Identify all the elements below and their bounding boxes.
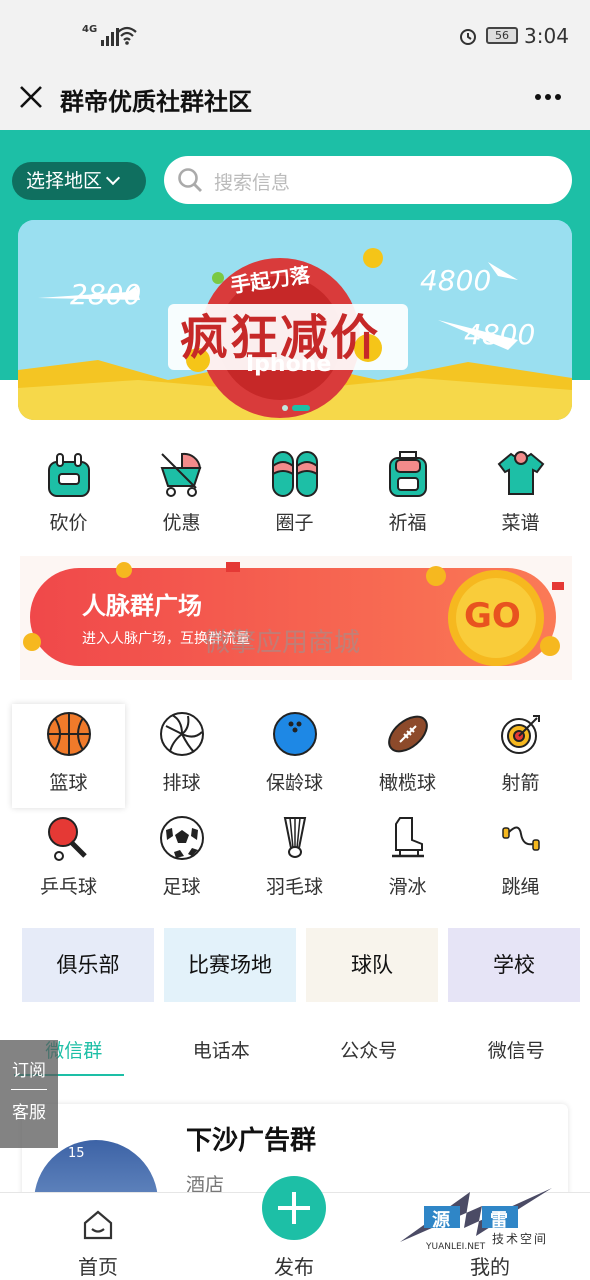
sport-football[interactable]: 橄榄球 xyxy=(351,704,464,808)
publish-button[interactable] xyxy=(262,1176,326,1240)
tag-school[interactable]: 学校 xyxy=(448,928,580,1002)
target-icon xyxy=(500,715,540,754)
search-placeholder: 搜索信息 xyxy=(214,172,291,194)
sport-label: 排球 xyxy=(162,772,201,794)
clock: 3:04 xyxy=(524,24,569,48)
bag-icon xyxy=(47,453,90,497)
rugby-ball-icon xyxy=(387,715,428,753)
listing-tabs: 微信群 电话本 公众号 微信号 xyxy=(0,1024,590,1078)
sport-bowling[interactable]: 保龄球 xyxy=(238,704,351,808)
bowling-ball-icon xyxy=(272,712,317,756)
promo-watermark: 微擎应用商城 xyxy=(204,628,361,658)
sport-archery[interactable]: 射箭 xyxy=(464,704,577,808)
sport-label: 橄榄球 xyxy=(378,772,436,794)
tag-venue[interactable]: 比赛场地 xyxy=(164,928,296,1002)
sport-label: 保龄球 xyxy=(265,772,323,794)
sports-grid: 篮球 排球 保龄球 橄榄球 射箭 乒乓球 足球 羽毛球 滑冰 跳绳 xyxy=(12,704,578,912)
network-plaza-promo[interactable]: 人脉群广场 进入人脉广场，互换群流量 GO 微擎应用商城 xyxy=(20,556,572,680)
tab-phonebook[interactable]: 电话本 xyxy=(148,1024,296,1078)
thumbnail-text: 15 xyxy=(68,1146,85,1161)
baby-clothes-icon xyxy=(497,451,544,495)
banner-pagination xyxy=(282,405,310,411)
banner-price-left: 2800 xyxy=(70,278,142,311)
sport-label: 射箭 xyxy=(501,772,540,794)
category-circle[interactable]: 圈子 xyxy=(238,448,351,535)
subscribe-button[interactable]: 订阅 xyxy=(0,1040,58,1081)
region-select-button[interactable]: 选择地区 xyxy=(12,162,146,200)
slippers-icon xyxy=(271,451,318,497)
category-label: 菜谱 xyxy=(501,512,540,534)
watermark-url: YUANLEI.NET xyxy=(426,1242,486,1252)
basketball-icon xyxy=(46,712,91,756)
shuttlecock-icon xyxy=(283,817,306,858)
banner-price-right-top: 4800 xyxy=(420,264,492,297)
search-input[interactable]: 搜索信息 xyxy=(164,156,572,204)
banner-product: Iphone xyxy=(246,352,332,377)
tag-cards: 俱乐部 比赛场地 球队 学校 xyxy=(22,928,580,1002)
tag-club[interactable]: 俱乐部 xyxy=(22,928,154,1002)
category-blessing[interactable]: 祈福 xyxy=(351,448,464,535)
battery-icon: 56 xyxy=(486,27,518,44)
watermark-subtitle: 技术空间 xyxy=(492,1232,549,1246)
status-bar: 4G 56 3:04 xyxy=(0,0,590,70)
sport-basketball[interactable]: 篮球 xyxy=(12,704,125,808)
tab-wechat-id[interactable]: 微信号 xyxy=(443,1024,590,1078)
sport-skating[interactable]: 滑冰 xyxy=(351,808,464,912)
ice-skate-icon xyxy=(391,817,424,858)
sport-label: 滑冰 xyxy=(388,876,427,898)
category-bargain[interactable]: 砍价 xyxy=(12,448,125,535)
tag-team[interactable]: 球队 xyxy=(306,928,438,1002)
more-icon[interactable] xyxy=(534,92,562,102)
sport-soccer[interactable]: 足球 xyxy=(125,808,238,912)
sport-label: 乒乓球 xyxy=(39,876,97,898)
sport-label: 羽毛球 xyxy=(265,876,323,898)
promo-go-button[interactable]: GO xyxy=(464,596,521,636)
banner-price-right-bottom: 4800 xyxy=(464,318,536,351)
stroller-icon xyxy=(160,452,201,497)
watermark-logo: 源 雷 技术空间 YUANLEI.NET xyxy=(396,1188,566,1252)
nav-mine-label: 我的 xyxy=(470,1255,510,1279)
close-icon[interactable] xyxy=(18,84,44,110)
chevron-down-icon xyxy=(105,170,121,186)
category-label: 祈福 xyxy=(388,512,427,534)
region-select-label: 选择地区 xyxy=(26,170,103,192)
nav-home-label: 首页 xyxy=(78,1255,118,1279)
alarm-icon xyxy=(460,29,476,45)
search-icon xyxy=(178,168,202,192)
side-float-panel: 订阅 客服 xyxy=(0,1040,58,1148)
category-recipe[interactable]: 菜谱 xyxy=(464,448,577,535)
group-title: 下沙广告群 xyxy=(186,1126,317,1156)
plus-icon xyxy=(278,1192,310,1224)
volleyball-icon xyxy=(159,712,204,756)
tab-official-account[interactable]: 公众号 xyxy=(295,1024,443,1078)
category-row: 砍价 优惠 圈子 祈福 菜谱 xyxy=(12,448,578,535)
sport-label: 篮球 xyxy=(49,772,88,794)
page-title: 群帝优质社群社区 xyxy=(60,88,252,116)
category-label: 优惠 xyxy=(162,512,201,534)
title-bar: 群帝优质社群社区 xyxy=(0,70,590,130)
watermark-char-1: 源 xyxy=(432,1210,450,1231)
sport-label: 跳绳 xyxy=(501,876,540,898)
cell-signal-icon: 4G xyxy=(82,24,120,46)
promo-title: 人脉群广场 xyxy=(82,592,202,620)
sport-volleyball[interactable]: 排球 xyxy=(125,704,238,808)
customer-service-button[interactable]: 客服 xyxy=(0,1098,58,1123)
nav-publish-label: 发布 xyxy=(274,1255,314,1279)
sport-label: 足球 xyxy=(162,876,201,898)
backpack-icon xyxy=(388,451,427,497)
sport-badminton[interactable]: 羽毛球 xyxy=(238,808,351,912)
sport-pingpong[interactable]: 乒乓球 xyxy=(12,808,125,912)
jump-rope-icon xyxy=(501,826,540,851)
home-icon xyxy=(83,1210,113,1240)
category-label: 砍价 xyxy=(49,512,88,534)
network-type: 4G xyxy=(82,24,98,35)
promo-banner[interactable]: 手起刀落 疯狂减价 Iphone 2800 4800 4800 xyxy=(18,220,572,420)
ping-pong-paddle-icon xyxy=(47,817,87,861)
wifi-icon xyxy=(117,26,137,45)
sport-jumprope[interactable]: 跳绳 xyxy=(464,808,577,912)
category-discount[interactable]: 优惠 xyxy=(125,448,238,535)
category-label: 圈子 xyxy=(275,512,314,534)
soccer-ball-icon xyxy=(159,816,204,860)
watermark-char-2: 雷 xyxy=(490,1210,508,1231)
